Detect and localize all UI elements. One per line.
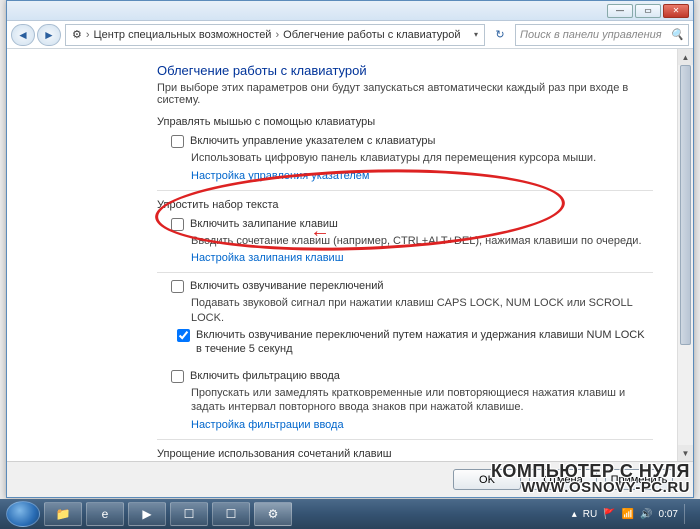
- taskbar-icon-app2[interactable]: ☐: [212, 502, 250, 526]
- forward-button[interactable]: ►: [37, 24, 61, 46]
- breadcrumb-current: Облегчение работы с клавиатурой: [283, 29, 460, 41]
- show-desktop-button[interactable]: [684, 504, 690, 524]
- taskbar-icon-app[interactable]: ☐: [170, 502, 208, 526]
- option-sticky-keys[interactable]: Включить залипание клавиш: [171, 217, 653, 231]
- label-toggle-keys-numlock: Включить озвучивание переключений путем …: [196, 328, 653, 357]
- tray-network-icon[interactable]: 📶: [622, 509, 634, 520]
- breadcrumb-root[interactable]: Центр специальных возможностей: [94, 29, 272, 41]
- scrollbar[interactable]: ▲ ▼: [677, 49, 693, 461]
- control-panel-icon: ⚙: [72, 28, 82, 41]
- desc-mouse-keys: Использовать цифровую панель клавиатуры …: [191, 151, 653, 165]
- link-mouse-keys-settings[interactable]: Настройка управления указателем: [191, 170, 653, 182]
- search-input[interactable]: Поиск в панели управления 🔍: [515, 24, 689, 46]
- separator: [157, 439, 653, 440]
- desc-sticky-keys: Вводить сочетание клавиш (например, CTRL…: [191, 234, 653, 248]
- checkbox-toggle-keys-numlock[interactable]: [177, 329, 190, 342]
- content-area: Облегчение работы с клавиатурой При выбо…: [7, 49, 693, 461]
- tray-volume-icon[interactable]: 🔊: [640, 509, 652, 520]
- page-subtitle: При выборе этих параметров они будут зап…: [157, 82, 653, 106]
- label-sticky-keys: Включить залипание клавиш: [190, 217, 338, 231]
- tray-show-hidden-icon[interactable]: ▴: [572, 509, 577, 520]
- desc-toggle-keys: Подавать звуковой сигнал при нажатии кла…: [191, 296, 653, 325]
- search-icon: 🔍: [670, 28, 684, 41]
- chevron-right-icon: ›: [275, 29, 279, 41]
- page-title: Облегчение работы с клавиатурой: [157, 63, 653, 78]
- section-typing-title: Упростить набор текста: [157, 199, 653, 211]
- option-toggle-keys[interactable]: Включить озвучивание переключений: [171, 279, 653, 293]
- scroll-down-button[interactable]: ▼: [678, 445, 693, 461]
- scroll-thumb[interactable]: [680, 65, 691, 345]
- search-placeholder: Поиск в панели управления: [520, 29, 662, 41]
- option-filter-keys[interactable]: Включить фильтрацию ввода: [171, 369, 653, 383]
- taskbar-running-control-panel[interactable]: ⚙: [254, 502, 292, 526]
- checkbox-sticky-keys[interactable]: [171, 218, 184, 231]
- chevron-down-icon[interactable]: ▾: [474, 30, 478, 39]
- section-mouse-title: Управлять мышью с помощью клавиатуры: [157, 116, 653, 128]
- tray-clock[interactable]: 0:07: [659, 509, 678, 520]
- link-filter-keys-settings[interactable]: Настройка фильтрации ввода: [191, 419, 653, 431]
- watermark-line2: WWW.OSNOVY-PC.RU: [491, 480, 690, 495]
- watermark: КОМПЬЮТЕР С НУЛЯ WWW.OSNOVY-PC.RU: [491, 462, 690, 495]
- system-tray[interactable]: ▴ RU 🚩 📶 🔊 0:07: [572, 504, 694, 524]
- separator: [157, 272, 653, 273]
- control-panel-window: — ▭ ✕ ◄ ► ⚙ › Центр специальных возможно…: [6, 0, 694, 498]
- taskbar-icon-ie[interactable]: e: [86, 502, 124, 526]
- section-shortcuts-title: Упрощение использования сочетаний клавиш: [157, 448, 653, 460]
- desc-filter-keys: Пропускать или замедлять кратковременные…: [191, 386, 653, 415]
- close-button[interactable]: ✕: [663, 4, 689, 18]
- label-filter-keys: Включить фильтрацию ввода: [190, 369, 340, 383]
- refresh-button[interactable]: ↻: [489, 24, 511, 46]
- taskbar[interactable]: 📁 e ▶ ☐ ☐ ⚙ ▴ RU 🚩 📶 🔊 0:07: [0, 499, 700, 529]
- option-toggle-keys-numlock[interactable]: Включить озвучивание переключений путем …: [177, 328, 653, 357]
- watermark-line1: КОМПЬЮТЕР С НУЛЯ: [491, 462, 690, 480]
- navbar: ◄ ► ⚙ › Центр специальных возможностей ›…: [7, 21, 693, 49]
- checkbox-filter-keys[interactable]: [171, 370, 184, 383]
- breadcrumb[interactable]: ⚙ › Центр специальных возможностей › Обл…: [65, 24, 485, 46]
- taskbar-icon-explorer[interactable]: 📁: [44, 502, 82, 526]
- scroll-up-button[interactable]: ▲: [678, 49, 693, 65]
- option-mouse-keys[interactable]: Включить управление указателем с клавиат…: [171, 134, 653, 148]
- tray-lang[interactable]: RU: [583, 509, 597, 520]
- maximize-button[interactable]: ▭: [635, 4, 661, 18]
- minimize-button[interactable]: —: [607, 4, 633, 18]
- separator: [157, 190, 653, 191]
- chevron-right-icon: ›: [86, 29, 90, 41]
- titlebar: — ▭ ✕: [7, 1, 693, 21]
- back-button[interactable]: ◄: [11, 24, 35, 46]
- taskbar-icon-media[interactable]: ▶: [128, 502, 166, 526]
- checkbox-mouse-keys[interactable]: [171, 135, 184, 148]
- label-mouse-keys: Включить управление указателем с клавиат…: [190, 134, 435, 148]
- start-button[interactable]: [6, 501, 40, 527]
- label-toggle-keys: Включить озвучивание переключений: [190, 279, 384, 293]
- tray-flag-icon[interactable]: 🚩: [603, 509, 615, 520]
- checkbox-toggle-keys[interactable]: [171, 280, 184, 293]
- link-sticky-keys-settings[interactable]: Настройка залипания клавиш: [191, 252, 653, 264]
